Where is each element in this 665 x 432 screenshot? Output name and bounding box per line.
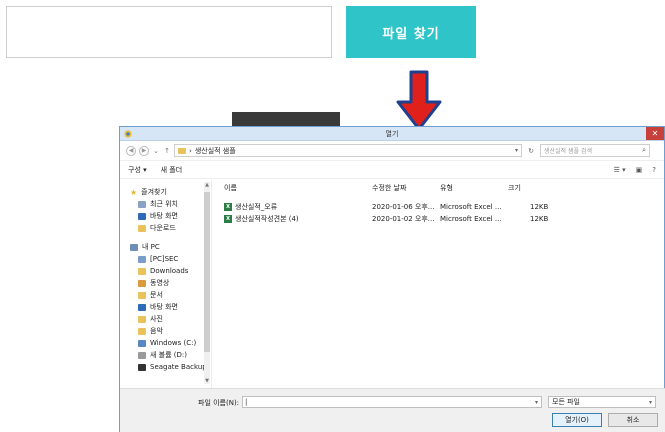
column-header-modified[interactable]: 수정한 날짜 xyxy=(372,182,406,194)
file-type: Microsoft Excel ... xyxy=(440,202,502,211)
sidebar-item-seagate[interactable]: Seagate Backup xyxy=(120,361,211,373)
sidebar-item-videos[interactable]: 동영상 xyxy=(120,277,211,289)
cancel-button[interactable]: 취소 xyxy=(608,413,658,427)
search-input[interactable]: 생산실적 샘플 검색 ⌕ xyxy=(540,144,650,157)
column-header-size[interactable]: 크기 xyxy=(508,182,521,194)
sidebar-item-drive-d[interactable]: 새 볼륨 (D:) xyxy=(120,349,211,361)
sidebar-scrollbar[interactable]: ▲ ▼ xyxy=(204,182,210,384)
file-row[interactable]: X 생산실적작성견본 (4) 2020-01-02 오후... Microsoft… xyxy=(212,213,665,224)
back-icon[interactable]: ◀ xyxy=(126,145,136,156)
dark-bar xyxy=(232,112,340,126)
recent-chevron-icon[interactable]: ⌄ xyxy=(152,147,160,155)
refresh-icon[interactable]: ↻ xyxy=(525,147,537,155)
sidebar-item-documents[interactable]: 문서 xyxy=(120,289,211,301)
network-folder-icon xyxy=(138,255,146,263)
excel-icon: X xyxy=(224,202,232,211)
organize-button[interactable]: 구성 ▾ xyxy=(128,165,147,175)
preview-pane-icon[interactable]: ▣ xyxy=(636,166,643,174)
windows-drive-icon xyxy=(138,339,146,347)
folder-icon xyxy=(138,267,146,275)
desktop-icon xyxy=(138,303,146,311)
external-drive-icon xyxy=(138,363,146,371)
scroll-thumb[interactable] xyxy=(204,192,210,352)
file-modified: 2020-01-02 오후... xyxy=(372,214,435,223)
download-folder-icon xyxy=(138,224,146,232)
pictures-folder-icon xyxy=(138,315,146,323)
help-icon[interactable]: ? xyxy=(652,166,656,174)
new-folder-button[interactable]: 새 폴더 xyxy=(161,165,183,175)
file-size: 12KB xyxy=(530,202,549,211)
breadcrumb-folder[interactable]: 생산실적 샘플 xyxy=(195,146,236,156)
sidebar-item-downloads[interactable]: 다운로드 xyxy=(120,222,211,234)
file-list: 이름 수정한 날짜 유형 크기 X 생산실적_오류 2020-01-06 오후..… xyxy=(212,180,665,388)
recent-places-icon xyxy=(138,200,146,208)
breadcrumb-separator: › xyxy=(189,146,192,155)
text-cursor: | xyxy=(245,398,248,406)
file-type: Microsoft Excel ... xyxy=(440,214,502,223)
dialog-title: 열기 xyxy=(385,129,399,138)
pc-icon xyxy=(130,243,138,251)
column-header-name[interactable]: 이름 xyxy=(224,182,237,194)
sidebar-item-recent[interactable]: 최근 위치 xyxy=(120,198,211,210)
file-type-value: 모든 파일 xyxy=(552,398,580,406)
chevron-down-icon[interactable]: ▾ xyxy=(535,399,538,406)
toolbar-right: ☰ ▾ ▣ ? xyxy=(614,166,656,174)
toolbar: 구성 ▾ 새 폴더 ☰ ▾ ▣ ? xyxy=(120,161,664,179)
up-icon[interactable]: ↑ xyxy=(163,147,171,155)
close-icon[interactable]: ✕ xyxy=(646,127,664,140)
open-file-dialog: 열기 ✕ ◀ ▶ ⌄ ↑ › 생산실적 샘플 ▾ ↻ 생산실적 샘플 검색 ⌕ … xyxy=(119,126,665,432)
desktop-icon xyxy=(138,212,146,220)
chevron-down-icon[interactable]: ▾ xyxy=(649,399,652,406)
search-icon[interactable]: ⌕ xyxy=(642,146,646,155)
drive-icon xyxy=(138,351,146,359)
find-file-button[interactable]: 파일 찾기 xyxy=(346,6,476,58)
open-button[interactable]: 열기(O) xyxy=(552,413,602,427)
file-name: 생산실적작성견본 (4) xyxy=(235,214,299,223)
dialog-titlebar: 열기 ✕ xyxy=(120,127,664,141)
music-folder-icon xyxy=(138,327,146,335)
sidebar-item-music[interactable]: 음악 xyxy=(120,325,211,337)
sidebar-item-pictures[interactable]: 사진 xyxy=(120,313,211,325)
forward-icon[interactable]: ▶ xyxy=(139,145,149,156)
chevron-down-icon[interactable]: ▾ xyxy=(515,147,518,154)
star-icon: ★ xyxy=(130,187,138,197)
nav-bar: ◀ ▶ ⌄ ↑ › 생산실적 샘플 ▾ ↻ 생산실적 샘플 검색 ⌕ xyxy=(120,141,664,161)
sidebar-item-desktop[interactable]: 바탕 화면 xyxy=(120,210,211,222)
file-row[interactable]: X 생산실적_오류 2020-01-06 오후... Microsoft Exce… xyxy=(212,201,665,212)
arrow-down-icon xyxy=(396,70,442,131)
scroll-down-icon[interactable]: ▼ xyxy=(204,378,210,384)
sidebar-this-pc[interactable]: 내 PC xyxy=(120,241,211,253)
documents-folder-icon xyxy=(138,291,146,299)
filename-input[interactable]: | ▾ xyxy=(242,396,542,408)
sidebar-item-desktop-pc[interactable]: 바탕 화면 xyxy=(120,301,211,313)
navigation-pane: ★ 즐겨찾기 최근 위치 바탕 화면 다운로드 내 PC [PC]SEC Down… xyxy=(120,180,212,388)
sidebar-item-pcsec[interactable]: [PC]SEC xyxy=(120,253,211,265)
file-path-input[interactable] xyxy=(6,6,332,58)
sidebar-favorites[interactable]: ★ 즐겨찾기 xyxy=(120,186,211,198)
file-type-select[interactable]: 모든 파일 ▾ xyxy=(548,396,656,408)
view-options-icon[interactable]: ☰ ▾ xyxy=(614,166,626,174)
search-placeholder: 생산실적 샘플 검색 xyxy=(544,148,592,155)
excel-icon: X xyxy=(224,214,232,223)
column-header-type[interactable]: 유형 xyxy=(440,182,453,194)
address-bar[interactable]: › 생산실적 샘플 ▾ xyxy=(174,144,522,157)
dialog-main: ★ 즐겨찾기 최근 위치 바탕 화면 다운로드 내 PC [PC]SEC Down… xyxy=(120,180,665,388)
scroll-up-icon[interactable]: ▲ xyxy=(204,182,210,188)
file-size: 12KB xyxy=(530,214,549,223)
dialog-footer: 파일 이름(N): | ▾ 모든 파일 ▾ 열기(O) 취소 xyxy=(120,388,665,432)
file-modified: 2020-01-06 오후... xyxy=(372,202,435,211)
file-name: 생산실적_오류 xyxy=(235,202,278,211)
sidebar-item-drive-c[interactable]: Windows (C:) xyxy=(120,337,211,349)
screen: 파일 찾기 열기 ✕ ◀ ▶ ⌄ ↑ › 생산실적 샘플 ▾ ↻ 생산실적 샘플… xyxy=(0,0,665,432)
filename-label: 파일 이름(N): xyxy=(198,399,240,407)
sidebar-item-downloads-pc[interactable]: Downloads xyxy=(120,265,211,277)
video-folder-icon xyxy=(138,279,146,287)
folder-icon xyxy=(178,147,186,154)
